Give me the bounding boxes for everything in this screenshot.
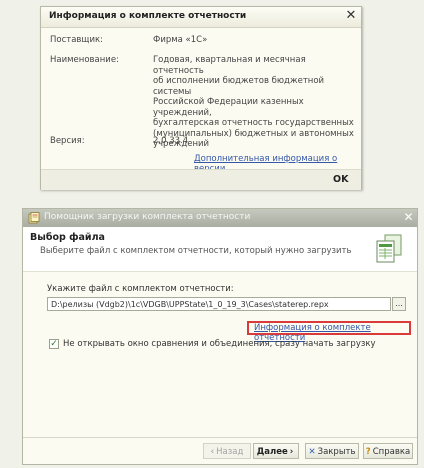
arrow-right-icon: › (289, 447, 294, 457)
close-label: Закрыть (317, 447, 356, 457)
spreadsheet-files-icon (376, 234, 402, 263)
close-x-icon: ✕ (308, 447, 316, 457)
wizard-title: Помощник загрузки комплекта отчетности (44, 212, 251, 222)
next-button[interactable]: Далее › (253, 443, 299, 459)
next-label: Далее (256, 447, 288, 457)
skip-compare-label: Не открывать окно сравнения и объединени… (63, 339, 376, 349)
name-line: Российской Федерации казенных учреждений… (153, 97, 304, 118)
supplier-value: Фирма «1С» (153, 35, 208, 45)
arrow-left-icon: ‹ (210, 447, 215, 457)
version-label: Версия: (50, 136, 85, 146)
app-icon (28, 212, 40, 224)
skip-compare-checkbox[interactable]: ✓ (49, 339, 59, 349)
name-line: Годовая, квартальная и месячная отчетнос… (153, 55, 306, 76)
help-label: Справка (372, 447, 411, 457)
footer-divider (23, 437, 417, 438)
close-button[interactable]: ✕ Закрыть (305, 443, 359, 459)
dialog-footer: OK (41, 169, 361, 190)
help-button[interactable]: ? Справка (363, 443, 413, 459)
wizard-title-bar: Помощник загрузки комплекта отчетности ✕ (23, 209, 417, 227)
ok-button[interactable]: OK (333, 174, 348, 185)
supplier-label: Поставщик: (50, 35, 103, 45)
file-path-input[interactable]: D:\релизы (Vdgb2)\1c\VDGB\UPPState\1_0_1… (47, 297, 391, 311)
back-label: Назад (216, 447, 244, 457)
name-line: бухгалтерская отчетность государственных (153, 118, 354, 128)
help-icon: ? (365, 447, 371, 457)
dialog-title-bar: Информация о комплекте отчетности ✕ (41, 7, 361, 28)
step-title: Выбор файла (30, 232, 105, 243)
version-value: 2.0.33.4 (153, 136, 189, 146)
file-field-label: Укажите файл с комплектом отчетности: (47, 284, 234, 294)
browse-button[interactable]: ... (392, 297, 406, 311)
close-icon[interactable]: ✕ (344, 9, 358, 23)
name-line: об исполнении бюджетов бюджетной системы (153, 76, 325, 97)
close-icon[interactable]: ✕ (402, 211, 415, 224)
step-subtitle: Выберите файл с комплектом отчетности, к… (40, 246, 352, 256)
name-label: Наименование: (50, 55, 119, 65)
back-button[interactable]: ‹ Назад (203, 443, 251, 459)
dialog-title: Информация о комплекте отчетности (49, 11, 247, 21)
reporting-set-info-dialog: Информация о комплекте отчетности ✕ Пост… (40, 6, 362, 190)
step-header: Выбор файла Выберите файл с комплектом о… (23, 227, 417, 272)
load-wizard-dialog: Помощник загрузки комплекта отчетности ✕… (22, 208, 418, 465)
